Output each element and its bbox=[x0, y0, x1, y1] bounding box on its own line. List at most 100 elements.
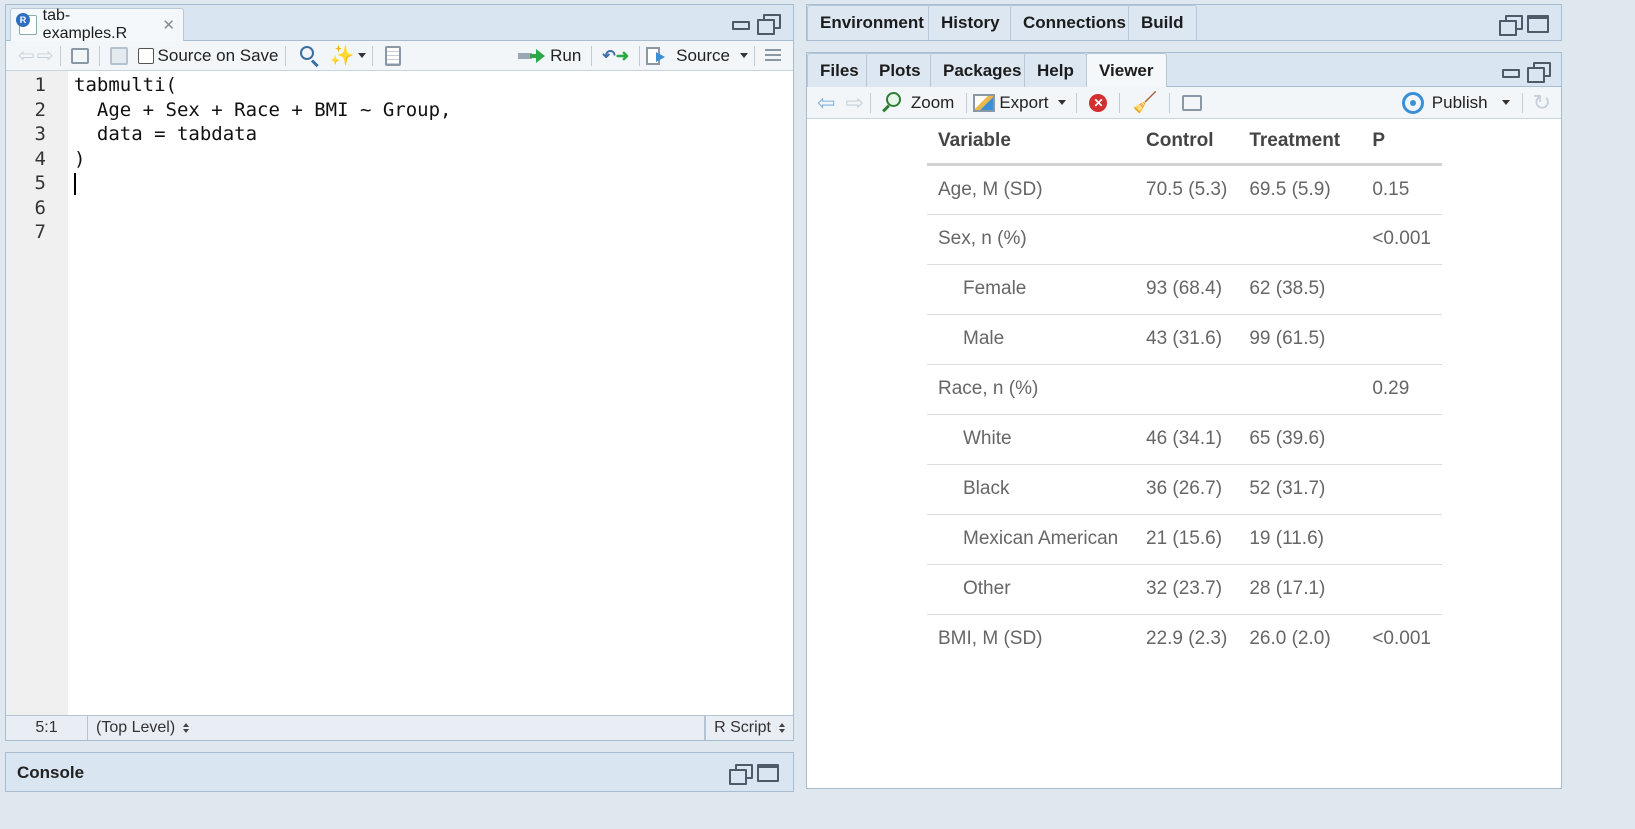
table-row: Mexican American 21 (15.6) 19 (11.6) bbox=[927, 514, 1442, 565]
publish-icon bbox=[1401, 91, 1424, 114]
compile-report-icon[interactable] bbox=[385, 45, 402, 66]
tab-history[interactable]: History bbox=[928, 5, 1013, 40]
tab-help[interactable]: Help bbox=[1024, 53, 1087, 87]
console-title[interactable]: Console bbox=[17, 763, 84, 783]
zoom-button[interactable]: Zoom bbox=[881, 91, 955, 114]
rerun-icon[interactable]: ↶➜ bbox=[602, 46, 629, 66]
restore-icon[interactable] bbox=[757, 14, 781, 35]
code-tools-caret-icon[interactable] bbox=[358, 53, 367, 58]
file-tab-label: tab-examples.R bbox=[42, 7, 128, 42]
code-line[interactable]: data = tabdata bbox=[72, 122, 793, 147]
restore-icon[interactable] bbox=[1499, 15, 1523, 36]
tab-connections[interactable]: Connections bbox=[1010, 5, 1139, 40]
code-line[interactable] bbox=[72, 220, 793, 245]
checkbox-box[interactable] bbox=[137, 47, 154, 64]
restore-icon[interactable] bbox=[1527, 62, 1551, 83]
cell-variable: White bbox=[927, 414, 1135, 465]
table-row: White 46 (34.1) 65 (39.6) bbox=[927, 414, 1442, 465]
back-arrow-icon[interactable]: ⇦ bbox=[18, 43, 35, 68]
close-tab-icon[interactable]: ✕ bbox=[162, 16, 175, 34]
zoom-icon bbox=[881, 91, 903, 114]
source-on-save-label: Source on Save bbox=[157, 45, 279, 65]
clear-viewer-icon[interactable]: ✕ bbox=[1089, 93, 1108, 112]
cell-control bbox=[1135, 214, 1239, 265]
code-line-cursor[interactable] bbox=[72, 171, 793, 196]
editor-toolbar: ⇦ ⇨ Source on Save ✨ Run ↶➜ Source bbox=[6, 41, 793, 71]
tab-environment[interactable]: Environment bbox=[807, 5, 937, 40]
tab-packages[interactable]: Packages bbox=[930, 53, 1035, 87]
environment-pane: Environment History Connections Build bbox=[806, 4, 1562, 41]
cell-control: 32 (23.7) bbox=[1135, 564, 1239, 615]
export-button[interactable]: Export bbox=[973, 92, 1067, 113]
run-label: Run bbox=[550, 45, 582, 65]
tab-viewer[interactable]: Viewer bbox=[1086, 53, 1167, 87]
restore-icon[interactable] bbox=[729, 764, 753, 785]
viewer-toolbar: ⇦ ⇨ Zoom Export ✕ 🧹 Publish ↻ bbox=[807, 87, 1561, 119]
broom-icon[interactable]: 🧹 bbox=[1132, 90, 1157, 115]
cell-p: <0.001 bbox=[1361, 214, 1442, 265]
cell-p: <0.001 bbox=[1372, 628, 1431, 650]
viewer-tabbar: Files Plots Packages Help Viewer bbox=[807, 53, 1561, 87]
refresh-icon[interactable]: ↻ bbox=[1533, 90, 1551, 116]
save-icon[interactable] bbox=[109, 46, 128, 65]
maximize-icon[interactable] bbox=[757, 764, 779, 782]
show-in-window-icon[interactable] bbox=[70, 47, 89, 64]
publish-label: Publish bbox=[1431, 92, 1488, 112]
code-line[interactable]: tabmulti( bbox=[72, 73, 793, 98]
code-tools-wand-icon[interactable]: ✨ bbox=[330, 43, 355, 68]
console-pane: Console bbox=[5, 752, 794, 792]
tab-files[interactable]: Files bbox=[807, 53, 872, 87]
header-variable: Variable bbox=[927, 119, 1135, 166]
outline-icon[interactable] bbox=[765, 48, 781, 63]
source-on-save-checkbox[interactable]: Source on Save bbox=[137, 45, 279, 66]
minimize-icon[interactable] bbox=[1501, 62, 1521, 80]
header-control: Control bbox=[1135, 119, 1239, 166]
scope-selector[interactable]: (Top Level) bbox=[88, 716, 706, 740]
zoom-label: Zoom bbox=[910, 92, 955, 112]
code-line[interactable]: ) bbox=[72, 147, 793, 172]
table-row: Race, n (%) 0.29 bbox=[927, 364, 1442, 415]
line-number: 6 bbox=[34, 196, 46, 219]
results-table: Variable Control Treatment P Age, M (SD)… bbox=[927, 119, 1442, 664]
code-area[interactable]: tabmulti( Age + Sex + Race + BMI ~ Group… bbox=[72, 71, 793, 715]
export-caret-icon bbox=[1058, 100, 1067, 105]
table-header-row: Variable Control Treatment P bbox=[927, 119, 1442, 166]
cell-treatment bbox=[1238, 364, 1362, 415]
cell-p bbox=[1361, 514, 1442, 565]
source-button[interactable]: Source bbox=[646, 46, 730, 66]
maximize-icon[interactable] bbox=[1527, 15, 1549, 33]
show-in-window-icon[interactable] bbox=[1182, 94, 1203, 111]
cell-p bbox=[1361, 564, 1442, 615]
cell-variable: Other bbox=[927, 564, 1135, 615]
publish-caret-icon bbox=[1501, 100, 1510, 105]
file-tab[interactable]: R tab-examples.R ✕ bbox=[10, 7, 184, 42]
run-button[interactable]: Run bbox=[518, 46, 581, 66]
scope-label: (Top Level) bbox=[96, 719, 176, 736]
filetype-selector[interactable]: R Script bbox=[705, 716, 793, 740]
forward-arrow-icon[interactable]: ⇨ bbox=[845, 90, 863, 116]
publish-button[interactable]: Publish bbox=[1401, 91, 1510, 114]
cell-treatment: 28 (17.1) bbox=[1238, 564, 1362, 615]
source-caret-icon[interactable] bbox=[740, 53, 748, 58]
viewer-content: Variable Control Treatment P Age, M (SD)… bbox=[807, 119, 1561, 788]
tab-build[interactable]: Build bbox=[1128, 5, 1197, 40]
code-line[interactable] bbox=[72, 196, 793, 221]
cell-treatment: 99 (61.5) bbox=[1238, 314, 1362, 365]
cell-control: 70.5 (5.3) bbox=[1135, 164, 1239, 215]
tab-plots[interactable]: Plots bbox=[866, 53, 934, 87]
cursor-position: 5:1 bbox=[6, 716, 88, 740]
forward-arrow-icon[interactable]: ⇨ bbox=[37, 43, 54, 68]
cell-treatment: 62 (38.5) bbox=[1238, 264, 1362, 315]
export-label: Export bbox=[999, 92, 1049, 112]
back-arrow-icon[interactable]: ⇦ bbox=[817, 90, 835, 116]
table-row: Other 32 (23.7) 28 (17.1) bbox=[927, 564, 1442, 615]
updown-icon bbox=[183, 723, 190, 733]
minimize-icon[interactable] bbox=[731, 14, 751, 32]
cell-p: 0.29 bbox=[1361, 364, 1442, 415]
cell-variable: BMI, M (SD) bbox=[938, 628, 1043, 650]
cell-control: 36 (26.7) bbox=[1135, 464, 1239, 515]
cursor-position-label: 5:1 bbox=[35, 719, 58, 736]
line-number-gutter: 1 2 3 4 5 6 7 bbox=[6, 71, 68, 715]
search-icon[interactable] bbox=[298, 45, 320, 67]
code-line[interactable]: Age + Sex + Race + BMI ~ Group, bbox=[72, 98, 793, 123]
